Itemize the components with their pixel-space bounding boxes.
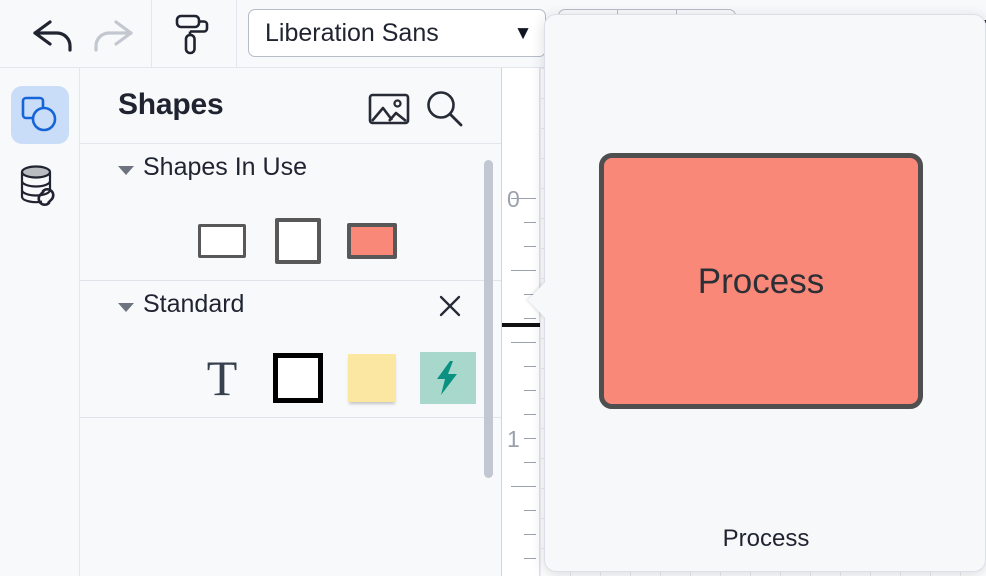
shape-row-in-use xyxy=(80,202,501,280)
paint-roller-icon xyxy=(175,14,209,55)
shape-item-square[interactable] xyxy=(260,202,336,280)
shapes-panel: Shapes Shapes In Use Standard T xyxy=(80,68,542,576)
square-swatch xyxy=(275,218,321,264)
shapes-icon xyxy=(21,96,57,132)
section-header-standard[interactable]: Standard xyxy=(80,281,501,339)
shape-item-text[interactable]: T xyxy=(184,339,260,417)
panel-divider xyxy=(80,417,501,418)
undo-button[interactable] xyxy=(26,8,82,60)
ruler-label-0: 0 xyxy=(507,186,520,212)
lightning-bolt-icon xyxy=(437,361,457,395)
shape-row-standard: T xyxy=(80,339,542,417)
font-family-value: Liberation Sans xyxy=(265,18,439,47)
toolbar-divider-1 xyxy=(151,0,152,68)
undo-icon xyxy=(33,20,72,52)
shape-item-process-filled[interactable] xyxy=(334,202,410,280)
toolbar-divider-2 xyxy=(236,0,237,68)
font-family-select[interactable]: Liberation Sans ▼ xyxy=(248,9,546,57)
section-label: Shapes In Use xyxy=(143,153,307,181)
chevron-down-icon[interactable] xyxy=(118,166,134,175)
redo-button[interactable] xyxy=(84,8,140,60)
panel-title: Shapes xyxy=(118,88,224,121)
tooltip-shape-preview: Process xyxy=(599,153,923,409)
vertical-ruler[interactable]: 0 1 xyxy=(502,68,540,576)
database-link-icon xyxy=(20,165,55,206)
search-icon[interactable] xyxy=(424,90,464,128)
shape-item-scratchpad[interactable] xyxy=(410,339,486,417)
chevron-down-icon: ▼ xyxy=(513,22,533,44)
process-filled-swatch xyxy=(347,223,397,259)
shapes-panel-scrollbar[interactable] xyxy=(484,160,493,478)
section-header-shapes-in-use[interactable]: Shapes In Use xyxy=(80,144,501,202)
ruler-label-1: 1 xyxy=(507,426,520,452)
shape-item-rectangle[interactable] xyxy=(260,339,336,417)
shape-preview-tooltip: Process Process xyxy=(528,14,986,572)
diagram-editor-window: Liberation Sans ▼ Shapes Shapes In Use S… xyxy=(0,0,986,576)
chevron-down-icon[interactable] xyxy=(118,303,134,312)
left-icon-rail xyxy=(0,68,80,576)
note-swatch xyxy=(348,354,396,402)
shapes-panel-header: Shapes xyxy=(80,68,501,144)
format-painter-button[interactable] xyxy=(163,6,219,62)
close-icon[interactable] xyxy=(437,293,463,319)
image-icon[interactable] xyxy=(368,92,410,126)
rail-item-data[interactable] xyxy=(11,156,69,214)
redo-icon xyxy=(94,20,133,52)
text-shape-glyph: T xyxy=(206,350,238,406)
tooltip-pointer xyxy=(528,281,546,319)
scratchpad-swatch xyxy=(420,352,476,404)
tooltip-shape-label: Process xyxy=(697,261,825,301)
ruler-selection-marker xyxy=(502,323,540,327)
shape-item-note[interactable] xyxy=(334,339,410,417)
section-label: Standard xyxy=(143,290,245,318)
rail-item-shapes[interactable] xyxy=(11,86,69,144)
rectangle-wide-swatch xyxy=(198,224,246,258)
shape-item-rectangle-wide[interactable] xyxy=(184,202,260,280)
rectangle-swatch xyxy=(273,353,323,403)
tooltip-caption: Process xyxy=(722,525,810,552)
